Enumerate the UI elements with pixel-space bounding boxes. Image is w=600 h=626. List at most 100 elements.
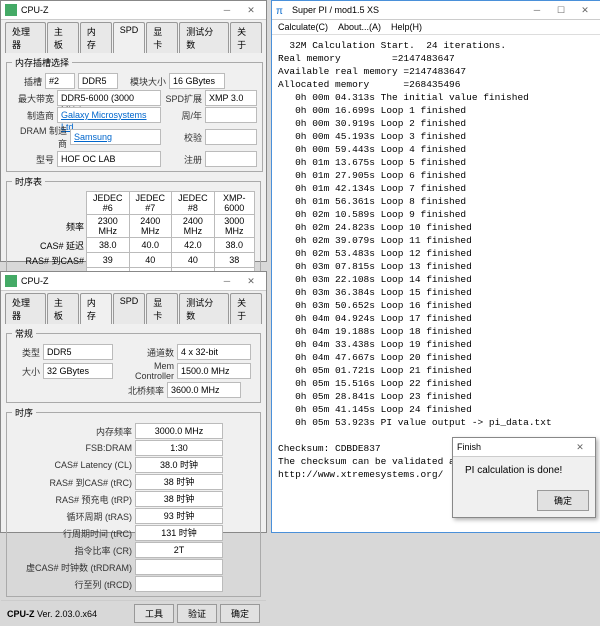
dram-value[interactable]: Samsung — [70, 129, 161, 145]
tim-value — [135, 559, 223, 575]
close-button[interactable]: ✕ — [240, 3, 262, 17]
timing-cell: 40 — [129, 253, 172, 268]
tab-1[interactable]: 主板 — [47, 293, 79, 324]
cpuz-icon — [5, 4, 17, 16]
timing-col: XMP-6000 — [214, 192, 254, 215]
timing2-fieldset: 时序 内存频率3000.0 MHzFSB:DRAM1:30CAS# Latenc… — [6, 406, 261, 597]
tim-label: 内存频率 — [12, 425, 132, 438]
tim-label: 虚CAS# 时钟数 (tRDRAM) — [12, 561, 132, 574]
chan-value: 4 x 32-bit — [177, 344, 251, 360]
cpuz-mem-window: CPU-Z ─ ✕ 处理器主板内存SPD显卡测试分数关于 常规 类型 DDR5 … — [0, 271, 267, 533]
tab-3[interactable]: SPD — [113, 293, 146, 324]
tab-6[interactable]: 关于 — [230, 293, 262, 324]
tab-4[interactable]: 显卡 — [146, 293, 178, 324]
timing-cell: RAS# 到CAS# — [12, 253, 87, 268]
tim-label: 行至列 (tRCD) — [12, 578, 132, 591]
sp-titlebar[interactable]: π Super PI / mod1.5 XS ─ ☐ ✕ — [272, 1, 600, 20]
spdext-label: SPD扩展 — [164, 92, 202, 105]
minimize-button[interactable]: ─ — [216, 3, 238, 17]
ok-button[interactable]: 确定 — [220, 604, 260, 623]
mc-label: Mem Controller — [116, 361, 174, 381]
part-label: 型号 — [12, 153, 54, 166]
svg-text:π: π — [276, 6, 283, 16]
week-label: 周/年 — [164, 109, 202, 122]
dlg-titlebar[interactable]: Finish ✕ — [453, 438, 595, 457]
cpuz2-tabs: 处理器主板内存SPD显卡测试分数关于 — [1, 291, 266, 324]
tools-button[interactable]: 工具 — [134, 604, 174, 623]
cpuz-spd-window: CPU-Z ─ ✕ 处理器主板内存SPD显卡测试分数关于 内存插槽选择 插槽 #… — [0, 0, 267, 262]
slot-type: DDR5 — [78, 73, 118, 89]
tab-4[interactable]: 显卡 — [146, 22, 178, 53]
maxbw-label: 最大带宽 — [12, 92, 54, 105]
timing-cell: 2400 MHz — [129, 215, 172, 238]
timing-cell: 38 — [214, 253, 254, 268]
tim-label: CAS# Latency (CL) — [12, 460, 132, 470]
tim-label: FSB:DRAM — [12, 443, 132, 453]
menu-item[interactable]: About...(A) — [338, 22, 381, 32]
menu-item[interactable]: Help(H) — [391, 22, 422, 32]
type-value: DDR5 — [43, 344, 113, 360]
rank-label: 校验 — [164, 131, 202, 144]
close-button[interactable]: ✕ — [569, 440, 591, 454]
timing-col: JEDEC #6 — [87, 192, 130, 215]
tim-value: 2T — [135, 542, 223, 558]
tab-3[interactable]: SPD — [113, 22, 146, 53]
cpuz2-title: CPU-Z — [21, 276, 49, 286]
spdext-value: XMP 3.0 — [205, 90, 257, 106]
minimize-button[interactable]: ─ — [526, 3, 548, 17]
dlg-title: Finish — [457, 442, 481, 452]
timing-col — [12, 192, 87, 215]
general-fieldset: 常规 类型 DDR5 通道数 4 x 32-bit 大小 32 GBytes M… — [6, 327, 261, 403]
version-label: Ver. 2.03.0.x64 — [37, 609, 97, 619]
tim-value: 1:30 — [135, 440, 223, 456]
dram-label: DRAM 制造商 — [12, 124, 67, 150]
validate-button[interactable]: 验证 — [177, 604, 217, 623]
size-label: 大小 — [12, 365, 40, 378]
timing-cell: 2300 MHz — [87, 215, 130, 238]
maximize-button[interactable]: ☐ — [550, 3, 572, 17]
tab-1[interactable]: 主板 — [47, 22, 79, 53]
rank-value — [205, 129, 257, 145]
tab-5[interactable]: 测试分数 — [179, 22, 229, 53]
sp-output: 32M Calculation Start. 24 iterations. Re… — [272, 35, 600, 485]
tab-0[interactable]: 处理器 — [5, 293, 46, 324]
slot-select[interactable]: #2 — [45, 73, 75, 89]
timing-cell: 3000 MHz — [214, 215, 254, 238]
nb-label: 北桥频率 — [12, 384, 164, 397]
tab-5[interactable]: 测试分数 — [179, 293, 229, 324]
cpuz1-titlebar[interactable]: CPU-Z ─ ✕ — [1, 1, 266, 20]
timing-cell: 40 — [172, 253, 215, 268]
tim-label: 行周期时间 (tRC) — [12, 527, 132, 540]
tim-label: 循环周期 (tRAS) — [12, 510, 132, 523]
mfr-value[interactable]: Galaxy Microsystems Ltd. — [57, 107, 161, 123]
tab-6[interactable]: 关于 — [230, 22, 262, 53]
slot-legend: 内存插槽选择 — [12, 56, 72, 69]
nb-value: 3600.0 MHz — [167, 382, 241, 398]
close-button[interactable]: ✕ — [574, 3, 596, 17]
general-legend: 常规 — [12, 327, 36, 340]
sp-menu: Calculate(C) About...(A) Help(H) — [272, 20, 600, 35]
tim-label: RAS# 到CAS# (tRC) — [12, 476, 132, 489]
tim-value — [135, 576, 223, 592]
timing-cell: 频率 — [12, 215, 87, 238]
timing-legend: 时序表 — [12, 175, 45, 188]
tab-0[interactable]: 处理器 — [5, 22, 46, 53]
mc-value: 1500.0 MHz — [177, 363, 251, 379]
menu-item[interactable]: Calculate(C) — [278, 22, 328, 32]
cpuz2-titlebar[interactable]: CPU-Z ─ ✕ — [1, 272, 266, 291]
minimize-button[interactable]: ─ — [216, 274, 238, 288]
cpuz1-tabs: 处理器主板内存SPD显卡测试分数关于 — [1, 20, 266, 53]
tab-2[interactable]: 内存 — [80, 22, 112, 53]
timing-cell: 40.0 — [129, 238, 172, 253]
dlg-ok-button[interactable]: 确定 — [537, 490, 589, 511]
tab-2[interactable]: 内存 — [80, 293, 112, 324]
close-button[interactable]: ✕ — [240, 274, 262, 288]
timing-cell: 38.0 — [87, 238, 130, 253]
module-value: 16 GBytes — [169, 73, 225, 89]
reg-value — [205, 151, 257, 167]
timing-col: JEDEC #7 — [129, 192, 172, 215]
module-label: 模块大小 — [121, 75, 166, 88]
size-value: 32 GBytes — [43, 363, 113, 379]
superpi-icon: π — [276, 4, 288, 16]
cpuz1-title: CPU-Z — [21, 5, 49, 15]
